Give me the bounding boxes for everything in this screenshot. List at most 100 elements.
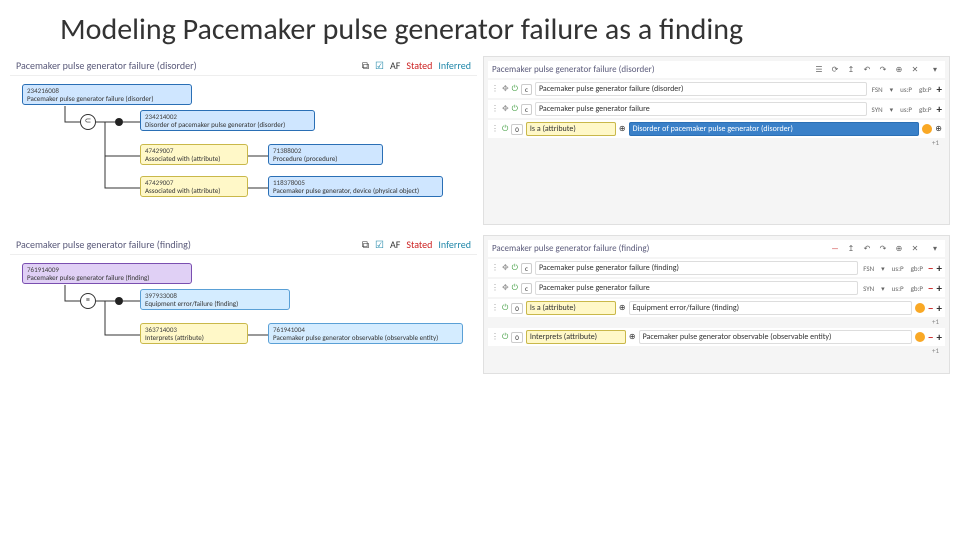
gb-tag: gb:P	[917, 85, 933, 94]
desc-field[interactable]: Pacemaker pulse generator failure (findi…	[535, 261, 858, 275]
case-badge[interactable]: c	[521, 84, 532, 95]
up-icon[interactable]: ↥	[845, 244, 857, 254]
val1-label: Procedure (procedure)	[273, 155, 378, 163]
case-badge[interactable]: c	[521, 263, 532, 274]
drag-icon[interactable]: ✥	[502, 263, 509, 273]
power-icon[interactable]: ⏻	[502, 332, 508, 342]
menu-icon[interactable]: ☰	[813, 65, 825, 75]
copy-icon[interactable]: ⧉	[362, 59, 369, 72]
chevron-down-icon[interactable]: ▾	[879, 284, 887, 293]
attr1-node[interactable]: 47429007 Associated with (attribute)	[140, 144, 248, 165]
group-sub-2: +1	[488, 346, 945, 355]
val-field[interactable]: Pacemaker pulse generator observable (ob…	[639, 330, 912, 344]
remove-button[interactable]: −	[928, 282, 933, 295]
power-icon[interactable]: ⏻	[512, 84, 518, 94]
attr-node[interactable]: 363714003 Interprets (attribute)	[140, 323, 248, 344]
desc-field[interactable]: Pacemaker pulse generator failure (disor…	[535, 82, 867, 96]
up-icon[interactable]: ↥	[845, 65, 857, 75]
af-toggle[interactable]: AF	[390, 59, 400, 72]
group-badge: 0	[511, 303, 523, 314]
inferred-toggle[interactable]: Inferred	[438, 238, 471, 251]
top-right-panel: Pacemaker pulse generator failure (disor…	[483, 56, 950, 225]
val1-node[interactable]: 71388002 Procedure (procedure)	[268, 144, 383, 165]
af-toggle[interactable]: AF	[390, 238, 400, 251]
root-node[interactable]: 761914009 Pacemaker pulse generator fail…	[22, 263, 192, 284]
power-icon[interactable]: ⏻	[502, 124, 508, 134]
chevron-down-icon[interactable]: ▾	[888, 85, 896, 94]
target-icon[interactable]: ⊕	[629, 332, 636, 342]
type-tag[interactable]: FSN	[870, 85, 885, 94]
add-button[interactable]: +	[937, 262, 942, 275]
top-pair: Pacemaker pulse generator failure (disor…	[0, 56, 960, 225]
copy-icon[interactable]: ⧉	[362, 238, 369, 251]
chevron-down-icon[interactable]: ▾	[929, 244, 941, 254]
target-icon[interactable]: ⊕	[619, 124, 626, 134]
chevron-down-icon[interactable]: ▾	[888, 105, 896, 114]
add-button[interactable]: +	[937, 331, 942, 344]
power-icon[interactable]: ⏻	[512, 104, 518, 114]
desc-field[interactable]: Pacemaker pulse generator failure	[535, 102, 867, 116]
remove-button[interactable]: −	[928, 262, 933, 275]
parent-node[interactable]: 234214002 Disorder of pacemaker pulse ge…	[140, 110, 315, 131]
top-left-panel: Pacemaker pulse generator failure (disor…	[10, 56, 477, 225]
handle-icon[interactable]: ⋮	[491, 263, 499, 273]
refresh-icon[interactable]: ⟳	[829, 65, 841, 75]
handle-icon[interactable]: ⋮	[491, 332, 499, 342]
target-icon[interactable]: ⊕	[935, 124, 942, 134]
remove-button[interactable]: −	[928, 331, 933, 344]
handle-icon[interactable]: ⋮	[491, 283, 499, 293]
close-icon[interactable]: ✕	[909, 244, 921, 254]
chevron-down-icon[interactable]: ▾	[929, 65, 941, 75]
case-badge[interactable]: c	[521, 283, 532, 294]
desc-field[interactable]: Pacemaker pulse generator failure	[535, 281, 858, 295]
power-icon[interactable]: ⏻	[512, 283, 518, 293]
attr2-node[interactable]: 47429007 Associated with (attribute)	[140, 176, 248, 197]
add-button[interactable]: +	[937, 282, 942, 295]
val-node[interactable]: 761941004 Pacemaker pulse generator obse…	[268, 323, 463, 344]
type-tag[interactable]: SYN	[861, 284, 876, 293]
add-button[interactable]: +	[937, 302, 942, 315]
case-badge[interactable]: c	[521, 104, 532, 115]
type-tag[interactable]: FSN	[861, 264, 876, 273]
drag-icon[interactable]: ✥	[502, 104, 509, 114]
stated-toggle[interactable]: Stated	[406, 238, 432, 251]
handle-icon[interactable]: ⋮	[491, 84, 499, 94]
stated-toggle[interactable]: Stated	[406, 59, 432, 72]
add-button[interactable]: +	[937, 103, 942, 116]
undo-icon[interactable]: ↶	[861, 244, 873, 254]
undo-icon[interactable]: ↶	[861, 65, 873, 75]
inferred-toggle[interactable]: Inferred	[438, 59, 471, 72]
minus-icon[interactable]: —	[829, 244, 841, 254]
add-button[interactable]: +	[937, 83, 942, 96]
root-node[interactable]: 234216008 Pacemaker pulse generator fail…	[22, 84, 192, 105]
attr-field[interactable]: Is a (attribute)	[526, 301, 616, 315]
target-icon[interactable]: ⊕	[893, 244, 905, 254]
power-icon[interactable]: ⏻	[502, 303, 508, 313]
handle-icon[interactable]: ⋮	[491, 124, 499, 134]
close-icon[interactable]: ✕	[909, 65, 921, 75]
target-icon[interactable]: ⊕	[893, 65, 905, 75]
redo-icon[interactable]: ↷	[877, 65, 889, 75]
bottom-left-header: Pacemaker pulse generator failure (findi…	[10, 235, 477, 254]
power-icon[interactable]: ⏻	[512, 263, 518, 273]
attr-field[interactable]: Is a (attribute)	[526, 122, 616, 136]
check-icon[interactable]: ☑	[375, 238, 384, 251]
remove-button[interactable]: −	[928, 302, 933, 315]
parent-node[interactable]: 397933008 Equipment error/failure (findi…	[140, 289, 290, 310]
attr-label: Interprets (attribute)	[145, 334, 243, 342]
relation-circle: ⊂	[80, 114, 96, 130]
attr-field[interactable]: Interprets (attribute)	[526, 330, 626, 344]
handle-icon[interactable]: ⋮	[491, 303, 499, 313]
type-tag[interactable]: SYN	[870, 105, 885, 114]
val2-node[interactable]: 118378005 Pacemaker pulse generator, dev…	[268, 176, 443, 197]
val-field[interactable]: Equipment error/failure (finding)	[629, 301, 912, 315]
val-field[interactable]: Disorder of pacemaker pulse generator (d…	[629, 122, 920, 136]
status-dot	[922, 124, 932, 134]
target-icon[interactable]: ⊕	[619, 303, 626, 313]
check-icon[interactable]: ☑	[375, 59, 384, 72]
redo-icon[interactable]: ↷	[877, 244, 889, 254]
chevron-down-icon[interactable]: ▾	[879, 264, 887, 273]
drag-icon[interactable]: ✥	[502, 84, 509, 94]
handle-icon[interactable]: ⋮	[491, 104, 499, 114]
drag-icon[interactable]: ✥	[502, 283, 509, 293]
